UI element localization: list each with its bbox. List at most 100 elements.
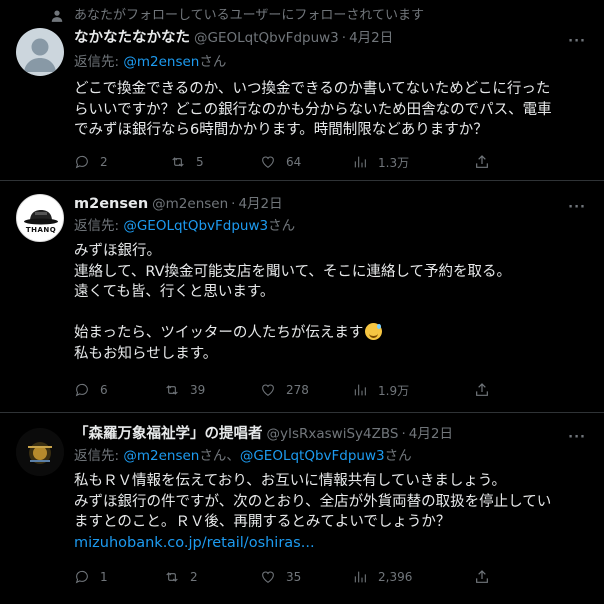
like-button[interactable]: 35 bbox=[260, 567, 301, 587]
reply-prefix: 返信先: bbox=[74, 54, 124, 70]
reply-icon bbox=[75, 383, 88, 397]
default-avatar-icon bbox=[24, 38, 56, 72]
views-count: 2,396 bbox=[378, 570, 413, 584]
reply-count: 1 bbox=[100, 570, 108, 584]
tweet-text-segment: 始まったら、ツイッターの人たちが伝えます bbox=[74, 325, 364, 341]
tweet-text-line: どこで換金できるのか、いつ換金できるのか書いてないためどこに行った bbox=[74, 81, 551, 97]
more-options-button[interactable]: ··· bbox=[568, 200, 586, 215]
views-icon bbox=[354, 156, 366, 168]
share-icon[interactable] bbox=[474, 382, 490, 398]
like-button[interactable]: 64 bbox=[260, 152, 301, 172]
views-count: 1.3万 bbox=[378, 155, 410, 170]
heart-icon bbox=[262, 571, 274, 583]
reply-button[interactable]: 6 bbox=[74, 380, 108, 400]
tweet-header: なかなたなかなた @GEOLqtQbvFdpuw3 · 4月2日 bbox=[74, 28, 393, 48]
reply-suffix: さん bbox=[268, 218, 296, 234]
retweet-count: 39 bbox=[190, 383, 206, 397]
retweet-icon bbox=[166, 385, 178, 395]
mention-link[interactable]: @GEOLqtQbvFdpuw3 bbox=[240, 448, 385, 464]
avatar[interactable] bbox=[16, 28, 64, 76]
tweet-text-line: 私もお知らせします。 bbox=[74, 345, 218, 362]
more-options-button[interactable]: ··· bbox=[568, 430, 586, 445]
tweet-text-line: でみずほ銀行なら6時間かかります。時間制限などありますか？ bbox=[74, 122, 488, 138]
tweet[interactable]: なかなたなかなた @GEOLqtQbvFdpuw3 · 4月2日 ··· 返信先… bbox=[0, 26, 604, 178]
person-icon bbox=[51, 10, 63, 22]
reply-suffix: さん bbox=[384, 448, 412, 464]
reply-context: 返信先: @GEOLqtQbvFdpuw3さん bbox=[74, 216, 295, 236]
tweet-text-line: 遠くても皆、行くと思います。 bbox=[74, 284, 275, 300]
share-icon[interactable] bbox=[474, 154, 490, 170]
views-button[interactable]: 1.9万 bbox=[352, 380, 409, 400]
views-icon bbox=[354, 384, 366, 396]
tweet-divider bbox=[0, 180, 604, 181]
user-handle[interactable]: @yIsRxaswiSy4ZBS bbox=[267, 424, 399, 444]
reply-context: 返信先: @m2ensenさん bbox=[74, 52, 226, 72]
separator: · bbox=[341, 30, 347, 46]
user-handle[interactable]: @m2ensen bbox=[152, 194, 228, 214]
external-link[interactable]: mizuhobank.co.jp/retail/oshiras... bbox=[74, 533, 592, 554]
retweet-button[interactable]: 2 bbox=[164, 567, 198, 587]
reply-count: 6 bbox=[100, 383, 108, 397]
reply-icon bbox=[75, 155, 88, 169]
hat-logo-icon bbox=[24, 210, 58, 225]
tweet-text: どこで換金できるのか、いつ換金できるのか書いてないためどこに行った らいいですか… bbox=[74, 79, 592, 141]
tweet-date[interactable]: 4月2日 bbox=[409, 424, 453, 444]
like-count: 278 bbox=[286, 383, 309, 397]
avatar-text: THANQ bbox=[25, 226, 57, 234]
tweet-text-line: みずほ銀行。 bbox=[74, 243, 161, 259]
tweet-actions: 6 39 278 1.9万 bbox=[74, 380, 504, 400]
tweet[interactable]: 「森羅万象福祉学」の提唱者 @yIsRxaswiSy4ZBS · 4月2日 ··… bbox=[0, 424, 604, 604]
tweet-text: 私もＲＶ情報を伝えており、お互いに情報共有していきましょう。 みずほ銀行の件です… bbox=[74, 471, 592, 553]
tweet-text-line: みずほ銀行の件ですが、次のとおり、全店が外貨両替の取扱を停止してい bbox=[74, 493, 552, 510]
tweet-date[interactable]: 4月2日 bbox=[238, 194, 282, 214]
retweet-icon bbox=[166, 572, 178, 582]
views-icon bbox=[354, 571, 366, 583]
user-handle[interactable]: @GEOLqtQbvFdpuw3 bbox=[194, 28, 339, 48]
social-context: あなたがフォローしているユーザーにフォローされています bbox=[0, 6, 604, 26]
retweet-button[interactable]: 5 bbox=[170, 152, 204, 172]
retweet-count: 5 bbox=[196, 155, 204, 169]
retweet-count: 2 bbox=[190, 570, 198, 584]
social-context-text: あなたがフォローしているユーザーにフォローされています bbox=[74, 8, 424, 23]
retweet-button[interactable]: 39 bbox=[164, 380, 205, 400]
mention-link[interactable]: @m2ensen bbox=[123, 54, 199, 70]
avatar[interactable] bbox=[16, 428, 64, 476]
reply-prefix: 返信先: bbox=[74, 448, 124, 464]
heart-icon bbox=[262, 156, 274, 168]
tweet-text-line: 連絡して、RV換金可能支店を聞いて、そこに連絡して予約を取る。 bbox=[74, 263, 511, 280]
separator: · bbox=[401, 426, 406, 442]
display-name[interactable]: m2ensen bbox=[74, 194, 148, 214]
avatar[interactable]: THANQ bbox=[16, 194, 64, 242]
sweat-smile-emoji-icon bbox=[365, 323, 383, 340]
separator: · bbox=[231, 196, 236, 212]
emblem-avatar-icon bbox=[16, 428, 64, 476]
tweet-divider bbox=[0, 412, 604, 413]
like-count: 64 bbox=[286, 155, 302, 169]
tweet-date[interactable]: 4月2日 bbox=[349, 28, 393, 48]
views-count: 1.9万 bbox=[378, 383, 410, 398]
reply-button[interactable]: 1 bbox=[74, 567, 108, 587]
tweet-header: 「森羅万象福祉学」の提唱者 @yIsRxaswiSy4ZBS · 4月2日 bbox=[74, 424, 453, 444]
reply-icon bbox=[75, 570, 88, 584]
tweet-text-line: 私もＲＶ情報を伝えており、お互いに情報共有していきましょう。 bbox=[74, 473, 506, 489]
like-button[interactable]: 278 bbox=[260, 380, 309, 400]
views-button[interactable]: 1.3万 bbox=[352, 152, 409, 172]
display-name[interactable]: なかなたなかなた bbox=[74, 28, 190, 48]
tweet-text-line bbox=[74, 303, 592, 324]
reply-suffix: さん bbox=[199, 54, 227, 70]
reply-button[interactable]: 2 bbox=[74, 152, 108, 172]
share-icon[interactable] bbox=[474, 569, 490, 585]
tweet-actions: 1 2 35 2,396 bbox=[74, 567, 504, 587]
tweet-text-line: ますとのこと。ＲＶ後、再開するとみてよいでしょうか？ bbox=[74, 514, 451, 530]
mention-link[interactable]: @GEOLqtQbvFdpuw3 bbox=[123, 218, 268, 234]
tweet-text-line: 始まったら、ツイッターの人たちが伝えます bbox=[74, 323, 592, 344]
reply-prefix: 返信先: bbox=[74, 218, 124, 234]
reply-mid: さん、 bbox=[199, 448, 240, 464]
tweet-text: みずほ銀行。 連絡して、RV換金可能支店を聞いて、そこに連絡して予約を取る。 遠… bbox=[74, 241, 592, 364]
tweet[interactable]: THANQ m2ensen @m2ensen · 4月2日 ··· 返信先: @… bbox=[0, 194, 604, 408]
views-button[interactable]: 2,396 bbox=[352, 567, 412, 587]
retweet-icon bbox=[172, 157, 184, 167]
display-name[interactable]: 「森羅万象福祉学」の提唱者 bbox=[74, 424, 263, 444]
more-options-button[interactable]: ··· bbox=[568, 34, 586, 49]
mention-link[interactable]: @m2ensen bbox=[123, 448, 199, 464]
